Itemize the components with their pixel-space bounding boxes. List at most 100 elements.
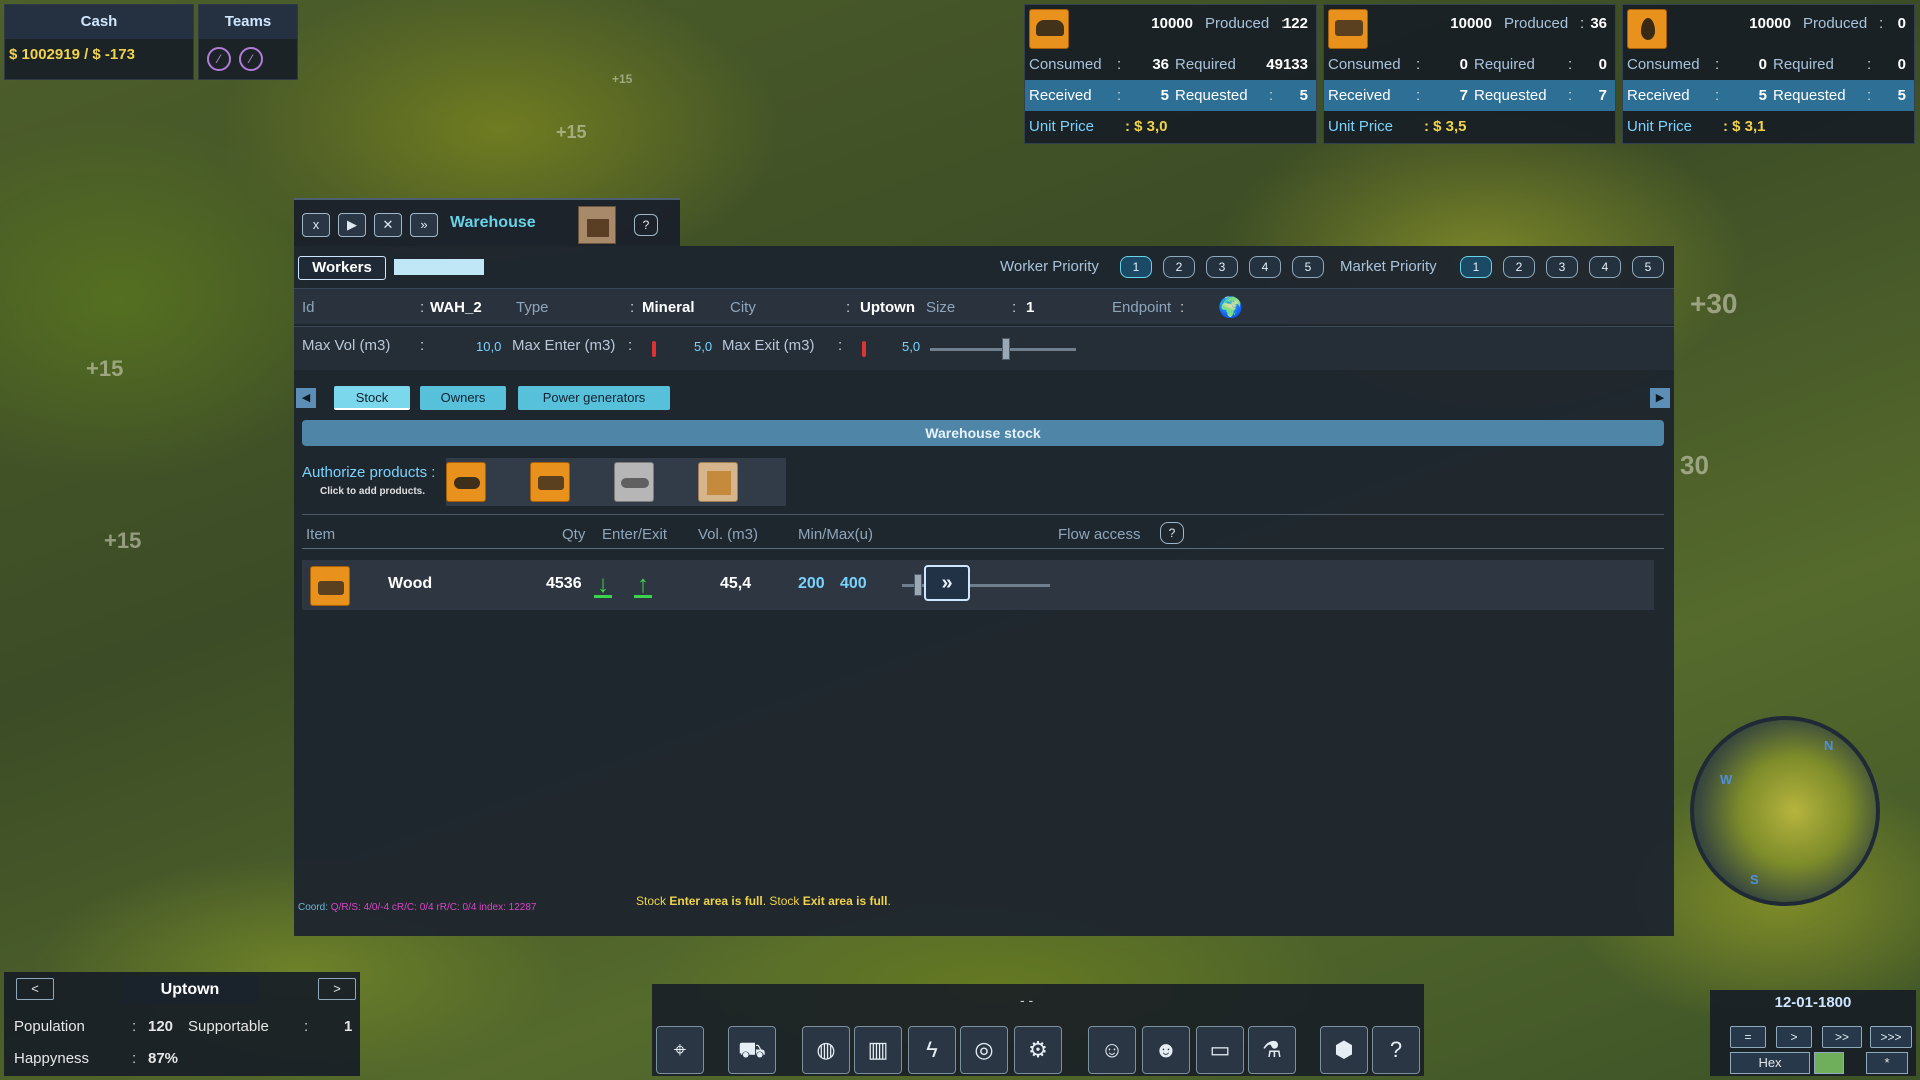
unit-price-value: : $ 3,1 — [1723, 118, 1766, 135]
resource-card-tools: 10000 Produced : 122 Consumed : 36 Requi… — [1024, 4, 1317, 144]
divider — [302, 548, 1664, 549]
favorite-button[interactable]: * — [1866, 1052, 1908, 1074]
exit-arrow-icon[interactable]: ↑ — [632, 570, 654, 600]
market-priority-5[interactable]: 5 — [1632, 256, 1664, 278]
tab-power-generators[interactable]: Power generators — [518, 386, 670, 410]
max-exit-value: 5,0 — [902, 339, 921, 354]
tab-scroll-right[interactable]: ▶ — [1650, 388, 1670, 408]
worker-priority-5[interactable]: 5 — [1292, 256, 1324, 278]
population-value: 120 — [148, 1018, 174, 1035]
market-priority-1[interactable]: 1 — [1460, 256, 1492, 278]
consumed-value: 36 — [1152, 56, 1169, 73]
chart-icon[interactable]: ▥ — [854, 1026, 902, 1074]
produced-value: 36 — [1590, 15, 1607, 32]
consumed-value: 0 — [1459, 56, 1468, 73]
play-button[interactable]: ▶ — [338, 213, 366, 237]
authorized-products — [446, 458, 786, 506]
status-text: Enter area is full — [669, 894, 763, 908]
lightning-icon[interactable]: ϟ — [908, 1026, 956, 1074]
map-view-icon[interactable] — [1814, 1052, 1844, 1074]
unit-price-label: Unit Price — [1029, 118, 1095, 135]
speed-1-button[interactable]: > — [1776, 1026, 1812, 1048]
market-priority-3[interactable]: 3 — [1546, 256, 1578, 278]
flow-help-button[interactable]: ? — [1160, 522, 1184, 544]
world-label: +30 — [1690, 288, 1738, 319]
product-crate-icon[interactable] — [698, 462, 738, 502]
flask-icon[interactable]: ⚗ — [1248, 1026, 1296, 1074]
column-flow-access: Flow access — [1058, 526, 1141, 543]
id-value: WAH_2 — [430, 299, 482, 316]
max-exit-label: Max Exit (m3) — [722, 337, 815, 354]
compass-icon[interactable]: ◎ — [960, 1026, 1008, 1074]
globe-icon[interactable]: 🌍 — [1218, 295, 1243, 320]
happiness-label: Happyness — [14, 1050, 90, 1067]
coord-value: Q/R/S: 4/0/-4 cR/C: 0/4 rR/C: 0/4 index:… — [330, 902, 537, 913]
status-text: Exit area is full — [802, 894, 888, 908]
minimap[interactable]: N W S — [1690, 716, 1880, 906]
supportable-value: 1 — [344, 1018, 353, 1035]
workers-button[interactable]: Workers — [298, 256, 386, 280]
received-value: 5 — [1160, 87, 1169, 104]
enter-arrow-icon[interactable]: ↓ — [592, 570, 614, 600]
supportable-label: Supportable — [188, 1018, 269, 1035]
hex-toggle-button[interactable]: Hex — [1730, 1052, 1810, 1074]
close-button[interactable]: x — [302, 213, 330, 237]
market-priority-4[interactable]: 4 — [1589, 256, 1621, 278]
status-text: Stock — [636, 894, 670, 908]
requested-value: 5 — [1897, 87, 1906, 104]
flow-access-button[interactable]: » — [924, 565, 970, 601]
speed-3-button[interactable]: >>> — [1870, 1026, 1912, 1048]
tab-scroll-left[interactable]: ◀ — [296, 388, 316, 408]
fast-forward-button[interactable]: » — [410, 213, 438, 237]
box-icon[interactable]: ⬢ — [1320, 1026, 1368, 1074]
worker-priority-3[interactable]: 3 — [1206, 256, 1238, 278]
tab-stock[interactable]: Stock — [334, 386, 410, 410]
market-priority-2[interactable]: 2 — [1503, 256, 1535, 278]
product-tools-icon[interactable] — [446, 462, 486, 502]
speed-2-button[interactable]: >> — [1822, 1026, 1862, 1048]
authorize-products-label: Authorize products : — [302, 464, 436, 481]
status-text: . Stock — [762, 894, 803, 908]
map-pin-icon[interactable]: ⌖ — [656, 1026, 704, 1074]
produced-label: Produced — [1803, 15, 1868, 32]
world-label: +15 — [86, 356, 124, 381]
settings-icon[interactable]: ⚙ — [1014, 1026, 1062, 1074]
world-label: +15 — [104, 528, 142, 553]
thermometer-icon — [652, 341, 656, 357]
row-max[interactable]: 400 — [840, 575, 867, 593]
teams-panel: Teams ⁄ ⁄ — [198, 4, 298, 80]
team-icon[interactable]: ⁄ — [239, 47, 263, 71]
row-vol: 45,4 — [720, 575, 752, 592]
demolish-button[interactable]: ✕ — [374, 213, 402, 237]
required-value: 0 — [1897, 56, 1906, 73]
help-icon[interactable]: ? — [1372, 1026, 1420, 1074]
city-prev-button[interactable]: < — [16, 978, 54, 1000]
team-icon[interactable]: ⁄ — [207, 47, 231, 71]
row-item: Wood — [388, 575, 433, 592]
globe-icon[interactable]: ◍ — [802, 1026, 850, 1074]
received-label: Received — [1328, 87, 1391, 104]
row-min[interactable]: 200 — [798, 575, 825, 593]
worker-icon[interactable]: ☺ — [1088, 1026, 1136, 1074]
flow-slider-handle[interactable] — [914, 574, 922, 596]
book-icon[interactable]: ▭ — [1196, 1026, 1244, 1074]
tab-owners[interactable]: Owners — [420, 386, 506, 410]
worker-priority-1[interactable]: 1 — [1120, 256, 1152, 278]
product-stone-icon[interactable] — [614, 462, 654, 502]
worker-priority-4[interactable]: 4 — [1249, 256, 1281, 278]
worker-priority-2[interactable]: 2 — [1163, 256, 1195, 278]
game-date: 12-01-1800 — [1774, 994, 1852, 1011]
product-wood-icon[interactable] — [530, 462, 570, 502]
help-button[interactable]: ? — [634, 214, 658, 236]
required-label: Required — [1474, 56, 1535, 73]
requested-label: Requested — [1773, 87, 1846, 104]
info-row-identity: Id : WAH_2 Type : Mineral City : Uptown … — [294, 288, 1674, 324]
speed-pause-button[interactable]: = — [1730, 1026, 1766, 1048]
exit-slider-handle[interactable] — [1002, 338, 1010, 360]
window-title-bar: x ▶ ✕ » Warehouse ? — [294, 198, 680, 246]
type-value: Mineral — [642, 299, 695, 316]
cart-icon[interactable]: ⛟ — [728, 1026, 776, 1074]
city-next-button[interactable]: > — [318, 978, 356, 1000]
family-icon[interactable]: ☻ — [1142, 1026, 1190, 1074]
produced-label: Produced — [1205, 15, 1270, 32]
